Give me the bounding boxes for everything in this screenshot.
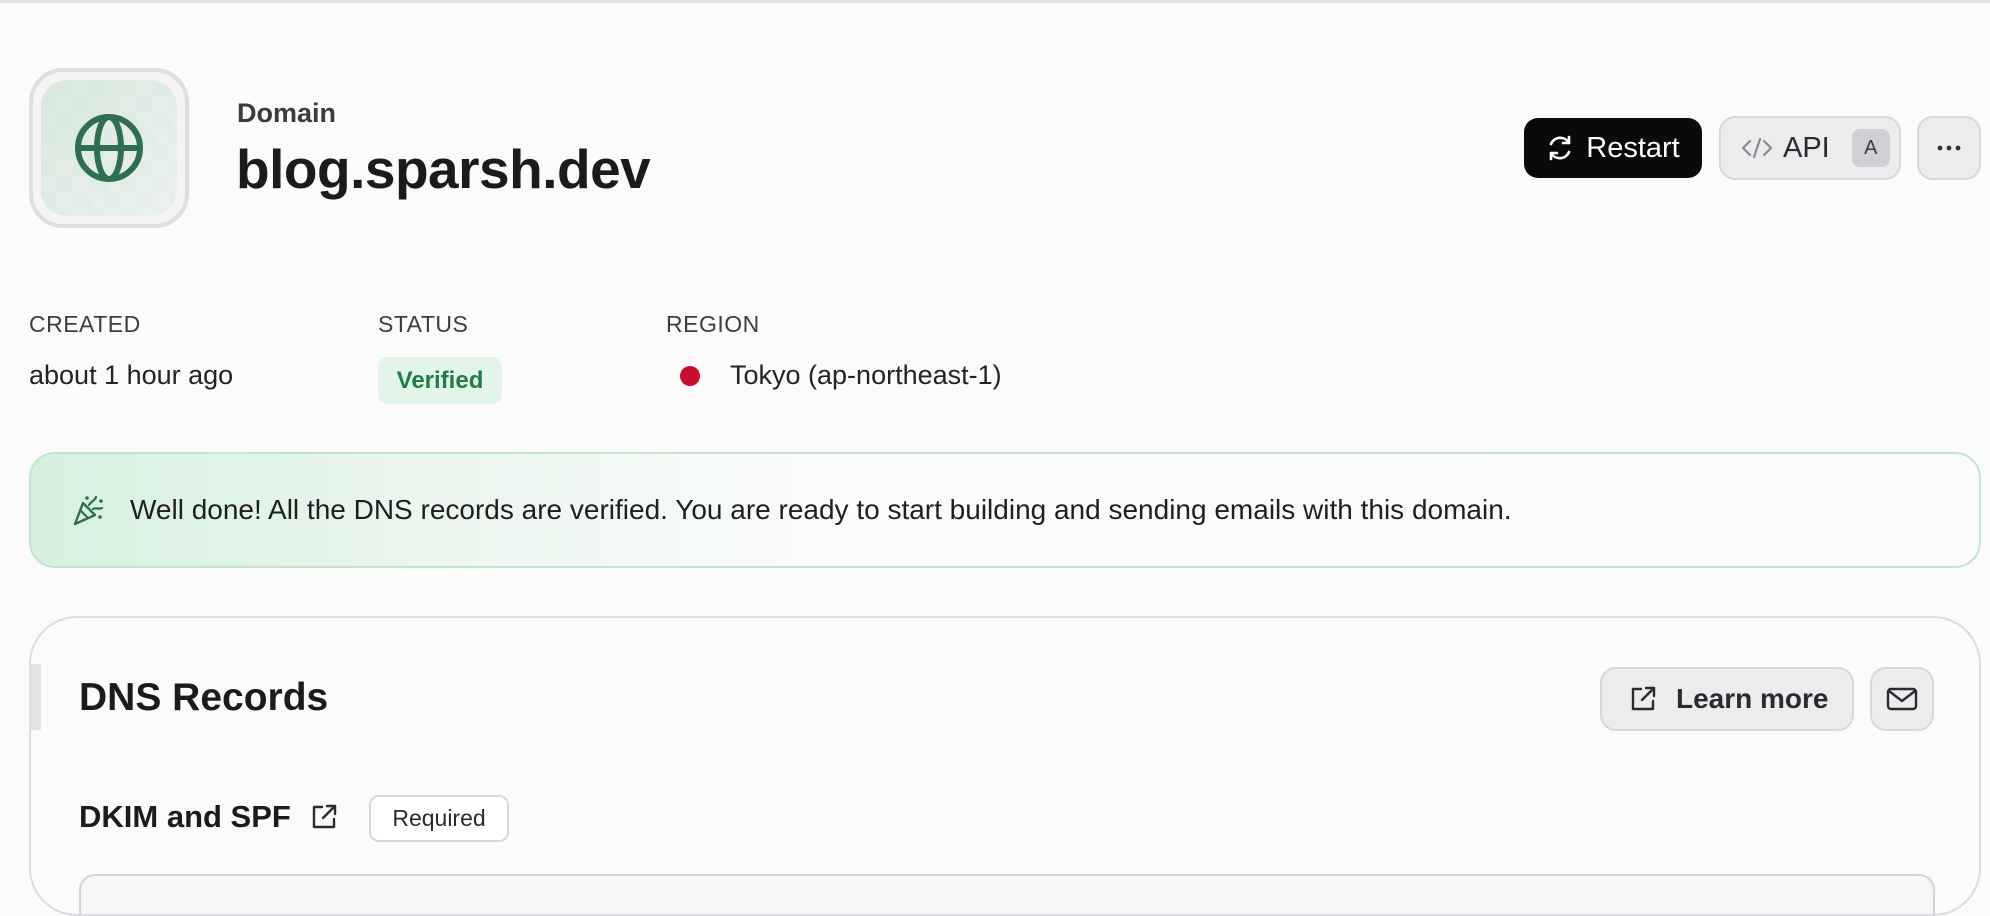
api-shortcut-key: A — [1851, 129, 1890, 167]
globe-icon — [75, 114, 143, 182]
external-link-icon[interactable] — [309, 802, 339, 832]
page-title: blog.sparsh.dev — [236, 138, 651, 200]
party-popper-icon — [73, 495, 104, 526]
learn-more-label: Learn more — [1676, 683, 1829, 714]
refresh-icon — [1549, 135, 1571, 161]
success-banner: Well done! All the DNS records are verif… — [29, 452, 1981, 568]
card-edge-tab — [31, 664, 41, 730]
ellipsis-icon — [1937, 145, 1961, 151]
dns-records-table — [79, 874, 1935, 914]
domain-eyebrow: Domain — [237, 98, 337, 128]
region-label: REGION — [666, 311, 760, 337]
dkim-spf-title: DKIM and SPF — [79, 799, 291, 834]
required-badge: Required — [369, 795, 509, 842]
mail-icon — [1886, 687, 1918, 711]
japan-flag-icon — [680, 366, 700, 386]
dns-records-title: DNS Records — [79, 676, 329, 719]
api-button-label: API — [1783, 131, 1830, 164]
more-options-button[interactable] — [1917, 116, 1981, 180]
success-message: Well done! All the DNS records are verif… — [130, 494, 1512, 525]
external-link-icon — [1631, 686, 1656, 711]
dns-records-card: DNS Records Learn more DKIM and SPF Requ… — [29, 616, 1981, 916]
top-divider — [0, 0, 1990, 3]
created-label: CREATED — [29, 311, 141, 337]
status-label: STATUS — [378, 311, 469, 337]
api-button[interactable]: API A — [1719, 116, 1901, 180]
restart-button-label: Restart — [1586, 131, 1680, 164]
created-value: about 1 hour ago — [29, 360, 234, 390]
domain-avatar — [29, 68, 189, 228]
status-badge: Verified — [378, 357, 502, 404]
mail-button[interactable] — [1870, 667, 1934, 731]
learn-more-button[interactable]: Learn more — [1600, 667, 1854, 731]
code-icon — [1741, 137, 1773, 159]
region-value: Tokyo (ap-northeast-1) — [730, 360, 1002, 390]
restart-button[interactable]: Restart — [1524, 118, 1702, 178]
